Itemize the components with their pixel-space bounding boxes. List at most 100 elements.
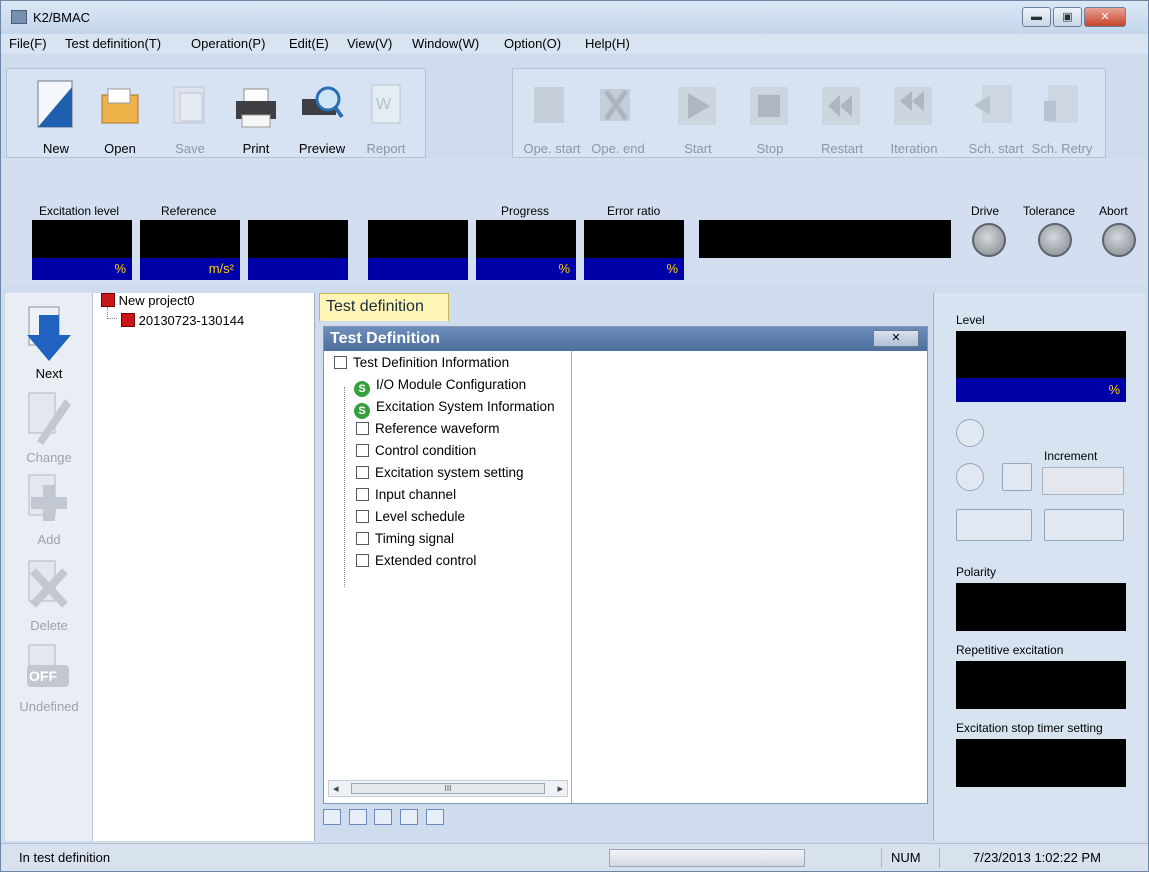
tree-reference-waveform[interactable]: Reference waveform — [356, 421, 500, 436]
definition-tree: Test Definition Information S I/O Module … — [324, 351, 572, 803]
reference-label: Reference — [161, 204, 217, 218]
meter-strip: Excitation level Reference Progress Erro… — [1, 158, 1148, 286]
operation-start-button[interactable]: Ope. start — [517, 77, 581, 157]
level-unit: % — [956, 378, 1126, 402]
level-up-button[interactable] — [956, 419, 984, 447]
project-tree: New project0 20130723-130144 — [93, 293, 315, 841]
expand-icon[interactable] — [374, 809, 393, 825]
play-icon — [678, 87, 716, 125]
tree-excitation-system-information[interactable]: S Excitation System Information — [354, 399, 555, 419]
report-icon: W — [371, 84, 401, 124]
tree-level-schedule[interactable]: Level schedule — [356, 509, 465, 524]
restore-icon[interactable] — [399, 809, 418, 825]
split-vertical-icon[interactable] — [348, 809, 367, 825]
window-title: K2/BMAC — [33, 10, 91, 25]
save-icon — [173, 86, 205, 124]
open-button[interactable]: Open — [85, 77, 147, 157]
scroll-thumb[interactable]: III — [351, 783, 545, 794]
stop-icon — [750, 87, 788, 125]
next-button[interactable]: Next — [5, 305, 93, 381]
close-pane-icon[interactable] — [425, 809, 444, 825]
progress-label: Progress — [501, 204, 550, 218]
error-ratio-label: Error ratio — [607, 204, 661, 218]
report-button[interactable]: W Report — [351, 77, 413, 157]
progress-display: % — [476, 220, 576, 282]
minimize-button[interactable]: ▬ — [1022, 7, 1051, 27]
close-button[interactable]: ✕ — [1084, 7, 1126, 27]
waveform-button[interactable] — [956, 509, 1032, 541]
save-button[interactable]: Save — [155, 77, 217, 157]
operation-start-icon — [534, 87, 564, 123]
open-folder-icon — [101, 88, 139, 124]
repetitive-excitation-label: Repetitive excitation — [956, 643, 1064, 657]
tree-input-channel[interactable]: Input channel — [356, 487, 456, 502]
tree-excitation-system-setting[interactable]: Excitation system setting — [356, 465, 524, 480]
tree-io-module-configuration[interactable]: S I/O Module Configuration — [354, 377, 526, 397]
menu-edit[interactable]: Edit(E) — [289, 36, 329, 51]
operation-end-icon — [600, 89, 630, 121]
control-toggle-button[interactable] — [1044, 509, 1124, 541]
tolerance-indicator-lamp — [1038, 223, 1072, 257]
test-definition-window: Test Definition ✕ Test Definition Inform… — [323, 326, 928, 804]
operation-end-button[interactable]: Ope. end — [583, 77, 645, 157]
tree-root[interactable]: Test Definition Information — [334, 355, 509, 370]
test-item-node[interactable]: 20130723-130144 — [121, 313, 244, 328]
menu-help[interactable]: Help(H) — [585, 36, 630, 51]
edit-increment-button[interactable] — [1002, 463, 1032, 491]
change-button[interactable]: Change — [5, 389, 93, 465]
iteration-button[interactable]: Iteration — [879, 77, 941, 157]
split-horizontal-icon[interactable] — [323, 809, 341, 825]
svg-text:W: W — [376, 96, 392, 113]
scroll-left-arrow[interactable]: ◂ — [333, 782, 339, 795]
level-down-button[interactable] — [956, 463, 984, 491]
level-label: Level — [956, 313, 985, 327]
maximize-button[interactable]: ▣ — [1053, 7, 1082, 27]
horizontal-scrollbar[interactable]: ◂ III ▸ — [328, 780, 568, 797]
menu-operation[interactable]: Operation(P) — [191, 36, 265, 51]
tree-control-condition[interactable]: Control condition — [356, 443, 476, 458]
stop-timer-label: Excitation stop timer setting — [956, 721, 1103, 735]
menu-file[interactable]: File(F) — [9, 36, 47, 51]
layout-toolbar — [323, 809, 448, 835]
magnifier-icon — [302, 86, 344, 119]
new-button[interactable]: New — [21, 77, 83, 157]
schedule-retry-button[interactable]: Sch. Retry — [1027, 77, 1092, 157]
next-arrow-icon — [27, 306, 71, 361]
restart-button[interactable]: Restart — [807, 77, 869, 157]
set-status-icon: S — [354, 403, 370, 419]
repetitive-excitation-display — [956, 661, 1126, 709]
test-file-icon — [121, 313, 135, 327]
menu-test-definition[interactable]: Test definition(T) — [65, 36, 161, 51]
drive-label: Drive — [971, 204, 1000, 218]
excitation-level-display: % — [32, 220, 132, 282]
tree-extended-control[interactable]: Extended control — [356, 553, 476, 568]
tree-timing-signal[interactable]: Timing signal — [356, 531, 454, 546]
rewind-icon — [822, 87, 860, 125]
title-bar: K2/BMAC ▬ ▣ ✕ — [1, 1, 1148, 34]
stop-button[interactable]: Stop — [735, 77, 797, 157]
start-button[interactable]: Start — [663, 77, 725, 157]
menu-option[interactable]: Option(O) — [504, 36, 561, 51]
tab-test-definition[interactable]: Test definition — [319, 293, 449, 321]
scroll-right-arrow[interactable]: ▸ — [557, 782, 563, 795]
project-node[interactable]: New project0 — [101, 293, 195, 308]
menu-bar: File(F) Test definition(T) Operation(P) … — [1, 34, 1148, 54]
project-icon — [101, 293, 115, 307]
undefined-button[interactable]: OFF Undefined — [5, 641, 93, 714]
error-ratio-display: % — [584, 220, 684, 282]
menu-window[interactable]: Window(W) — [412, 36, 479, 51]
delete-button[interactable]: Delete — [5, 557, 93, 633]
add-button[interactable]: Add — [5, 471, 93, 547]
menu-view[interactable]: View(V) — [347, 36, 392, 51]
schedule-start-button[interactable]: Sch. start — [961, 77, 1023, 157]
stop-timer-display — [956, 739, 1126, 787]
preview-button[interactable]: Preview — [287, 77, 349, 157]
application-window: K2/BMAC ▬ ▣ ✕ File(F) Test definition(T)… — [0, 0, 1149, 872]
increment-label: Increment — [1044, 449, 1098, 463]
increment-input[interactable] — [1042, 467, 1124, 495]
test-definition-close-button[interactable]: ✕ — [873, 330, 919, 347]
message-display — [699, 220, 951, 258]
set-status-icon: S — [354, 381, 370, 397]
operation-toolbar: Ope. start Ope. end Start Stop Restart I… — [512, 68, 1106, 158]
print-button[interactable]: Print — [221, 77, 283, 157]
